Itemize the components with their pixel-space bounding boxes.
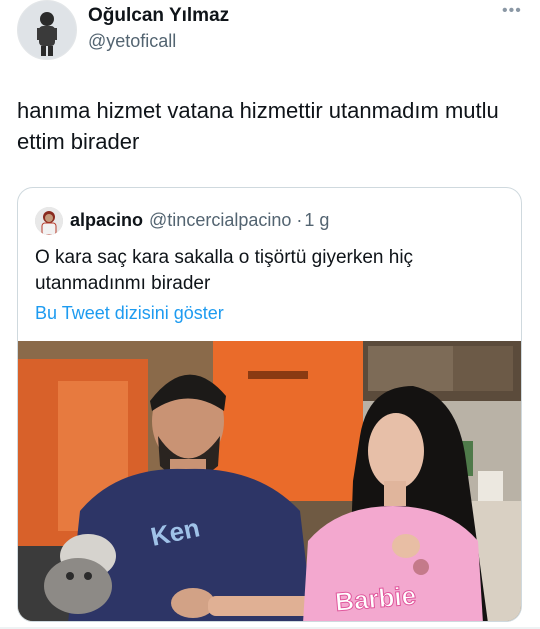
quoted-time[interactable]: 1 g bbox=[304, 210, 329, 230]
show-thread-link[interactable]: Bu Tweet dizisini göster bbox=[35, 303, 224, 324]
author-handle[interactable]: @yetoficall bbox=[88, 31, 176, 52]
author-name[interactable]: Oğulcan Yılmaz bbox=[88, 5, 229, 27]
quoted-avatar-image bbox=[35, 207, 63, 235]
quoted-media-image[interactable]: Ken Barbie bbox=[18, 341, 521, 621]
quoted-tweet-card[interactable]: alpacino @tincercialpacino · 1 g O kara sa… bbox=[17, 187, 522, 622]
quoted-author-handle[interactable]: @tincercialpacino bbox=[149, 210, 291, 230]
more-horizontal-icon[interactable]: ••• bbox=[502, 2, 522, 20]
quoted-separator: · bbox=[296, 210, 303, 230]
quoted-header: alpacino @tincercialpacino · 1 g bbox=[70, 210, 329, 231]
quoted-tweet-text: O kara saç kara sakalla o tişörtü giyerk… bbox=[35, 247, 414, 294]
avatar-image bbox=[18, 1, 76, 59]
author-avatar[interactable] bbox=[17, 0, 77, 60]
media-photo: Ken Barbie bbox=[18, 341, 521, 621]
quoted-author-avatar[interactable] bbox=[35, 207, 63, 235]
quoted-author-name[interactable]: alpacino bbox=[70, 210, 143, 230]
tweet-text: hanıma hizmet vatana hizmettir utanmadım… bbox=[17, 98, 499, 154]
